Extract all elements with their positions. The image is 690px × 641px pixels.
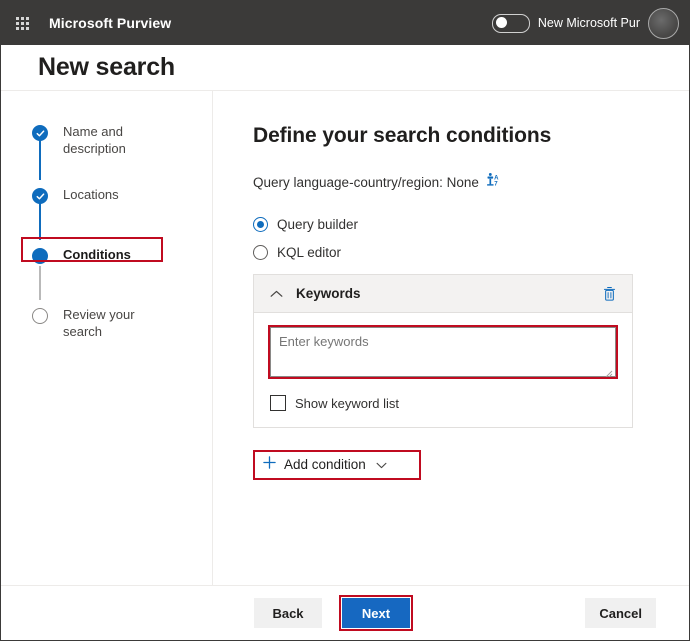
check-circle-icon bbox=[32, 188, 48, 204]
chevron-down-icon bbox=[376, 457, 387, 472]
page-title: New search bbox=[38, 53, 175, 81]
toggle-label: New Microsoft Pur bbox=[537, 16, 640, 30]
purview-new-search-window: Microsoft Purview New Microsoft Pur New … bbox=[0, 0, 690, 641]
radio-unselected-icon bbox=[253, 244, 268, 260]
cancel-button[interactable]: Cancel bbox=[585, 598, 656, 628]
user-avatar-icon[interactable] bbox=[648, 7, 679, 39]
add-condition-label: Add condition bbox=[284, 456, 366, 472]
back-button[interactable]: Back bbox=[254, 598, 322, 628]
new-purview-toggle[interactable] bbox=[491, 13, 530, 33]
suite-title[interactable]: Microsoft Purview bbox=[49, 15, 171, 31]
translate-language-icon[interactable]: A 7 bbox=[486, 172, 501, 192]
stepper-connector bbox=[39, 135, 41, 180]
footer-right-buttons: Cancel bbox=[585, 598, 656, 628]
next-button[interactable]: Next bbox=[342, 598, 410, 628]
trash-can-icon[interactable] bbox=[598, 283, 620, 305]
check-circle-icon bbox=[32, 125, 48, 141]
step-label: Locations bbox=[63, 187, 119, 202]
wizard-stepper: Name and description Locations Condition… bbox=[1, 91, 213, 586]
condition-card-title: Keywords bbox=[296, 286, 361, 301]
suite-header-bar: Microsoft Purview New Microsoft Pur bbox=[1, 1, 689, 45]
main-content: Define your search conditions Query lang… bbox=[213, 91, 689, 586]
empty-circle-icon bbox=[32, 308, 48, 324]
condition-card-header[interactable]: Keywords bbox=[254, 275, 632, 313]
waffle-grid-icon[interactable] bbox=[9, 10, 35, 36]
plus-icon bbox=[263, 456, 276, 472]
step-label: Review your search bbox=[63, 307, 135, 339]
add-condition-wrap: Add condition bbox=[253, 450, 421, 480]
query-language-label: Query language-country/region: None bbox=[253, 174, 479, 190]
sidebar-item-locations[interactable]: Locations bbox=[1, 187, 212, 247]
checkbox-unchecked-icon[interactable] bbox=[270, 395, 286, 411]
chevron-up-icon[interactable] bbox=[267, 285, 285, 303]
add-condition-button[interactable]: Add condition bbox=[253, 450, 399, 478]
radio-selected-icon bbox=[253, 216, 268, 232]
radio-label: KQL editor bbox=[277, 244, 342, 260]
show-keyword-list-row[interactable]: Show keyword list bbox=[270, 395, 616, 411]
sidebar-item-conditions[interactable]: Conditions bbox=[1, 247, 212, 307]
content-area: Name and description Locations Condition… bbox=[1, 90, 689, 586]
sidebar-item-name-and-description[interactable]: Name and description bbox=[1, 124, 212, 187]
sidebar-item-review-your-search[interactable]: Review your search bbox=[1, 307, 212, 357]
keywords-input-wrap bbox=[268, 325, 618, 379]
condition-card-keywords: Keywords Enter keywords Show keyword lis… bbox=[253, 274, 633, 428]
filled-circle-icon bbox=[32, 248, 48, 264]
step-label: Conditions bbox=[63, 247, 131, 262]
radio-query-builder[interactable]: Query builder bbox=[253, 212, 689, 236]
radio-label: Query builder bbox=[277, 216, 359, 232]
footer-left-buttons: Back Next bbox=[254, 595, 413, 631]
next-button-wrap: Next bbox=[339, 595, 413, 631]
condition-card-body: Show keyword list bbox=[254, 313, 632, 427]
suite-header-right: New Microsoft Pur bbox=[491, 7, 679, 39]
show-keyword-list-label: Show keyword list bbox=[295, 395, 400, 411]
toggle-switch-icon bbox=[495, 17, 507, 28]
radio-kql-editor[interactable]: KQL editor bbox=[253, 240, 689, 264]
wizard-footer: Back Next Cancel bbox=[1, 585, 689, 640]
page-header: New search bbox=[1, 45, 689, 90]
section-heading: Define your search conditions bbox=[253, 124, 552, 147]
keywords-input[interactable] bbox=[270, 327, 616, 377]
step-label: Name and description bbox=[63, 124, 126, 156]
query-language-row: Query language-country/region: None A 7 bbox=[253, 172, 689, 192]
